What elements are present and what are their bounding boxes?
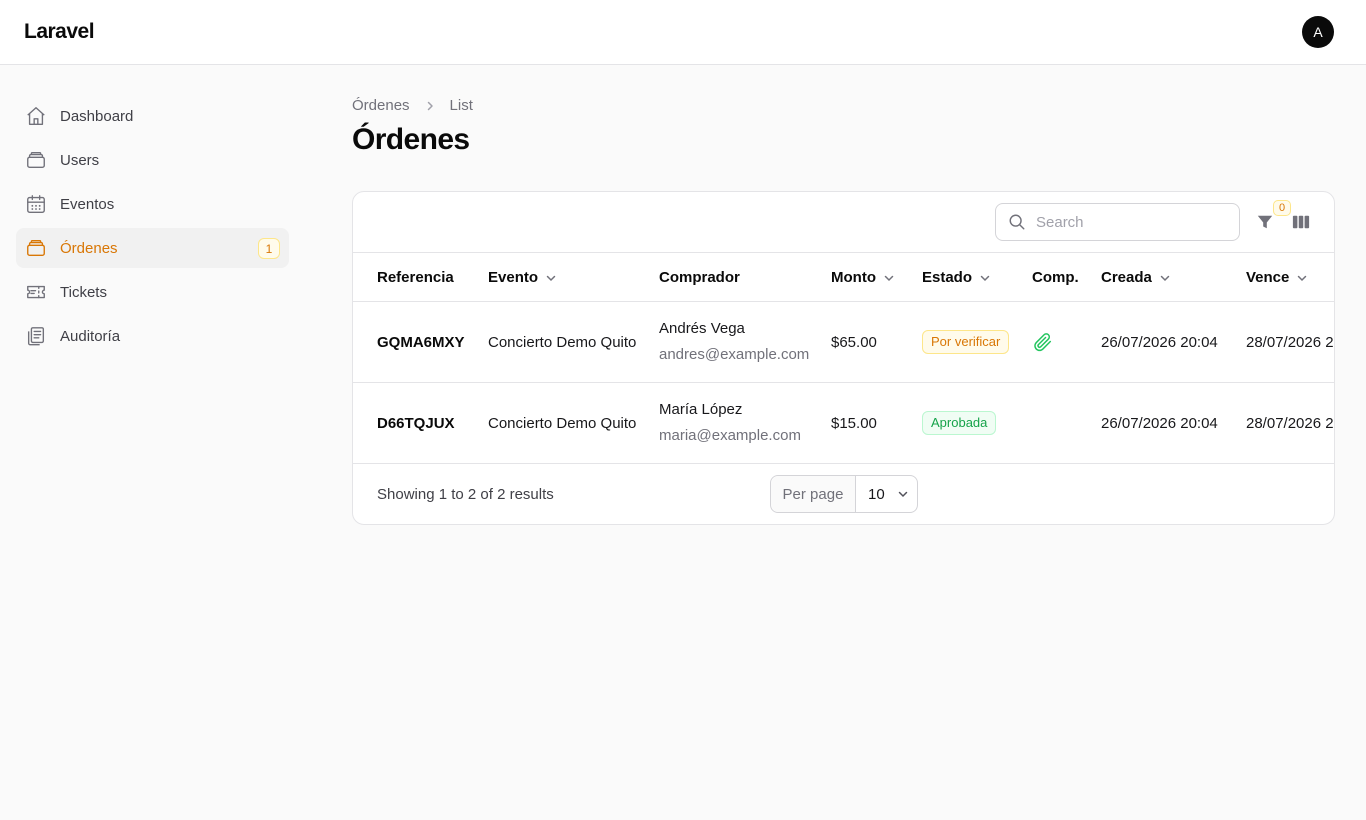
table-header: Referencia Evento Comprador Monto Estado…	[353, 253, 1334, 302]
sidebar-item-label: Órdenes	[60, 239, 118, 257]
search-box	[995, 203, 1240, 241]
sidebar-item-dashboard[interactable]: Dashboard	[16, 96, 289, 136]
buyer-email: maria@example.com	[659, 427, 801, 444]
cell-comp	[1032, 302, 1054, 382]
breadcrumb-parent[interactable]: Órdenes	[352, 97, 410, 114]
sidebar-item-tickets[interactable]: Tickets	[16, 272, 289, 312]
sidebar-item-label: Tickets	[60, 283, 107, 301]
status-badge: Aprobada	[922, 411, 997, 435]
sidebar-item-label: Users	[60, 151, 100, 169]
columns-icon	[1292, 213, 1310, 231]
table-footer: Showing 1 to 2 of 2 results Per page 10	[353, 464, 1334, 524]
sidebar-item-auditoria[interactable]: Auditoría	[16, 316, 289, 356]
cell-evento: Concierto Demo Quito	[488, 333, 637, 351]
per-page-value: 10	[868, 485, 885, 503]
column-header-creada[interactable]: Creada	[1101, 253, 1171, 302]
chevron-down-icon	[979, 272, 991, 284]
chevron-down-icon	[883, 272, 895, 284]
column-header-monto[interactable]: Monto	[831, 253, 895, 302]
filter-button[interactable]	[1255, 212, 1275, 232]
brand-logo[interactable]: Laravel	[24, 20, 95, 44]
cell-comprador: Andrés Vega andres@example.com	[659, 302, 809, 382]
status-badge: Por verificar	[922, 330, 1010, 354]
breadcrumb: Órdenes List	[352, 97, 473, 114]
table-toolbar: 0	[353, 192, 1334, 253]
sidebar-item-label: Dashboard	[60, 107, 134, 125]
chevron-down-icon	[1159, 272, 1171, 284]
column-header-estado[interactable]: Estado	[922, 253, 991, 302]
funnel-icon	[1256, 213, 1274, 231]
breadcrumb-current: List	[449, 97, 473, 114]
sidebar-item-label: Auditoría	[60, 327, 121, 345]
page-title: Órdenes	[352, 123, 470, 156]
buyer-name: María López	[659, 401, 743, 418]
cell-monto: $15.00	[831, 414, 877, 432]
column-header-referencia[interactable]: Referencia	[377, 253, 454, 302]
clipboard-icon	[24, 324, 48, 348]
per-page-label: Per page	[771, 476, 856, 512]
user-avatar[interactable]: A	[1302, 16, 1334, 48]
home-icon	[24, 104, 48, 128]
stack-icon	[24, 236, 48, 260]
chevron-down-icon	[897, 488, 909, 500]
count-badge: 1	[258, 238, 280, 259]
cell-evento: Concierto Demo Quito	[488, 414, 637, 432]
cell-creada: 26/07/2026 20:04	[1101, 414, 1218, 432]
per-page-select[interactable]: 10	[856, 476, 917, 512]
buyer-name: Andrés Vega	[659, 320, 745, 337]
cell-comprador: María López maria@example.com	[659, 383, 801, 463]
cell-estado: Por verificar	[922, 302, 1010, 382]
buyer-email: andres@example.com	[659, 346, 810, 363]
cell-vence: 28/07/2026 20:04	[1246, 333, 1334, 351]
filter-count-badge: 0	[1273, 200, 1291, 216]
top-bar: Laravel A	[0, 0, 1366, 65]
stack-icon	[24, 148, 48, 172]
cell-monto: $65.00	[831, 333, 877, 351]
chevron-right-icon	[424, 100, 436, 112]
sidebar: Dashboard Users Eventos Órdenes 1 Ticket…	[16, 96, 289, 360]
cell-referencia: D66TQJUX	[377, 414, 455, 432]
chevron-down-icon	[1296, 272, 1308, 284]
sidebar-item-eventos[interactable]: Eventos	[16, 184, 289, 224]
table-row[interactable]: D66TQJUX Concierto Demo Quito María Lópe…	[353, 383, 1334, 464]
orders-table-card: 0 Referencia Evento Comprador Monto Esta…	[352, 191, 1335, 525]
search-input[interactable]	[1036, 213, 1226, 231]
column-header-vence[interactable]: Vence	[1246, 253, 1308, 302]
cell-referencia: GQMA6MXY	[377, 333, 465, 351]
results-summary: Showing 1 to 2 of 2 results	[377, 486, 554, 503]
search-icon	[1008, 213, 1026, 231]
sidebar-item-label: Eventos	[60, 195, 115, 213]
table-row[interactable]: GQMA6MXY Concierto Demo Quito Andrés Veg…	[353, 302, 1334, 383]
chevron-down-icon	[545, 272, 557, 284]
cell-estado: Aprobada	[922, 383, 997, 463]
column-header-comp[interactable]: Comp.	[1032, 253, 1079, 302]
column-header-evento[interactable]: Evento	[488, 253, 557, 302]
sidebar-item-ordenes[interactable]: Órdenes 1	[16, 228, 289, 268]
ticket-icon	[24, 280, 48, 304]
cell-creada: 26/07/2026 20:04	[1101, 333, 1218, 351]
toggle-columns-button[interactable]	[1291, 212, 1311, 232]
per-page-control: Per page 10	[770, 475, 918, 513]
cell-vence: 28/07/2026 20:04	[1246, 414, 1334, 432]
paperclip-icon[interactable]	[1032, 331, 1054, 353]
column-header-comprador[interactable]: Comprador	[659, 253, 740, 302]
calendar-icon	[24, 192, 48, 216]
sidebar-item-users[interactable]: Users	[16, 140, 289, 180]
